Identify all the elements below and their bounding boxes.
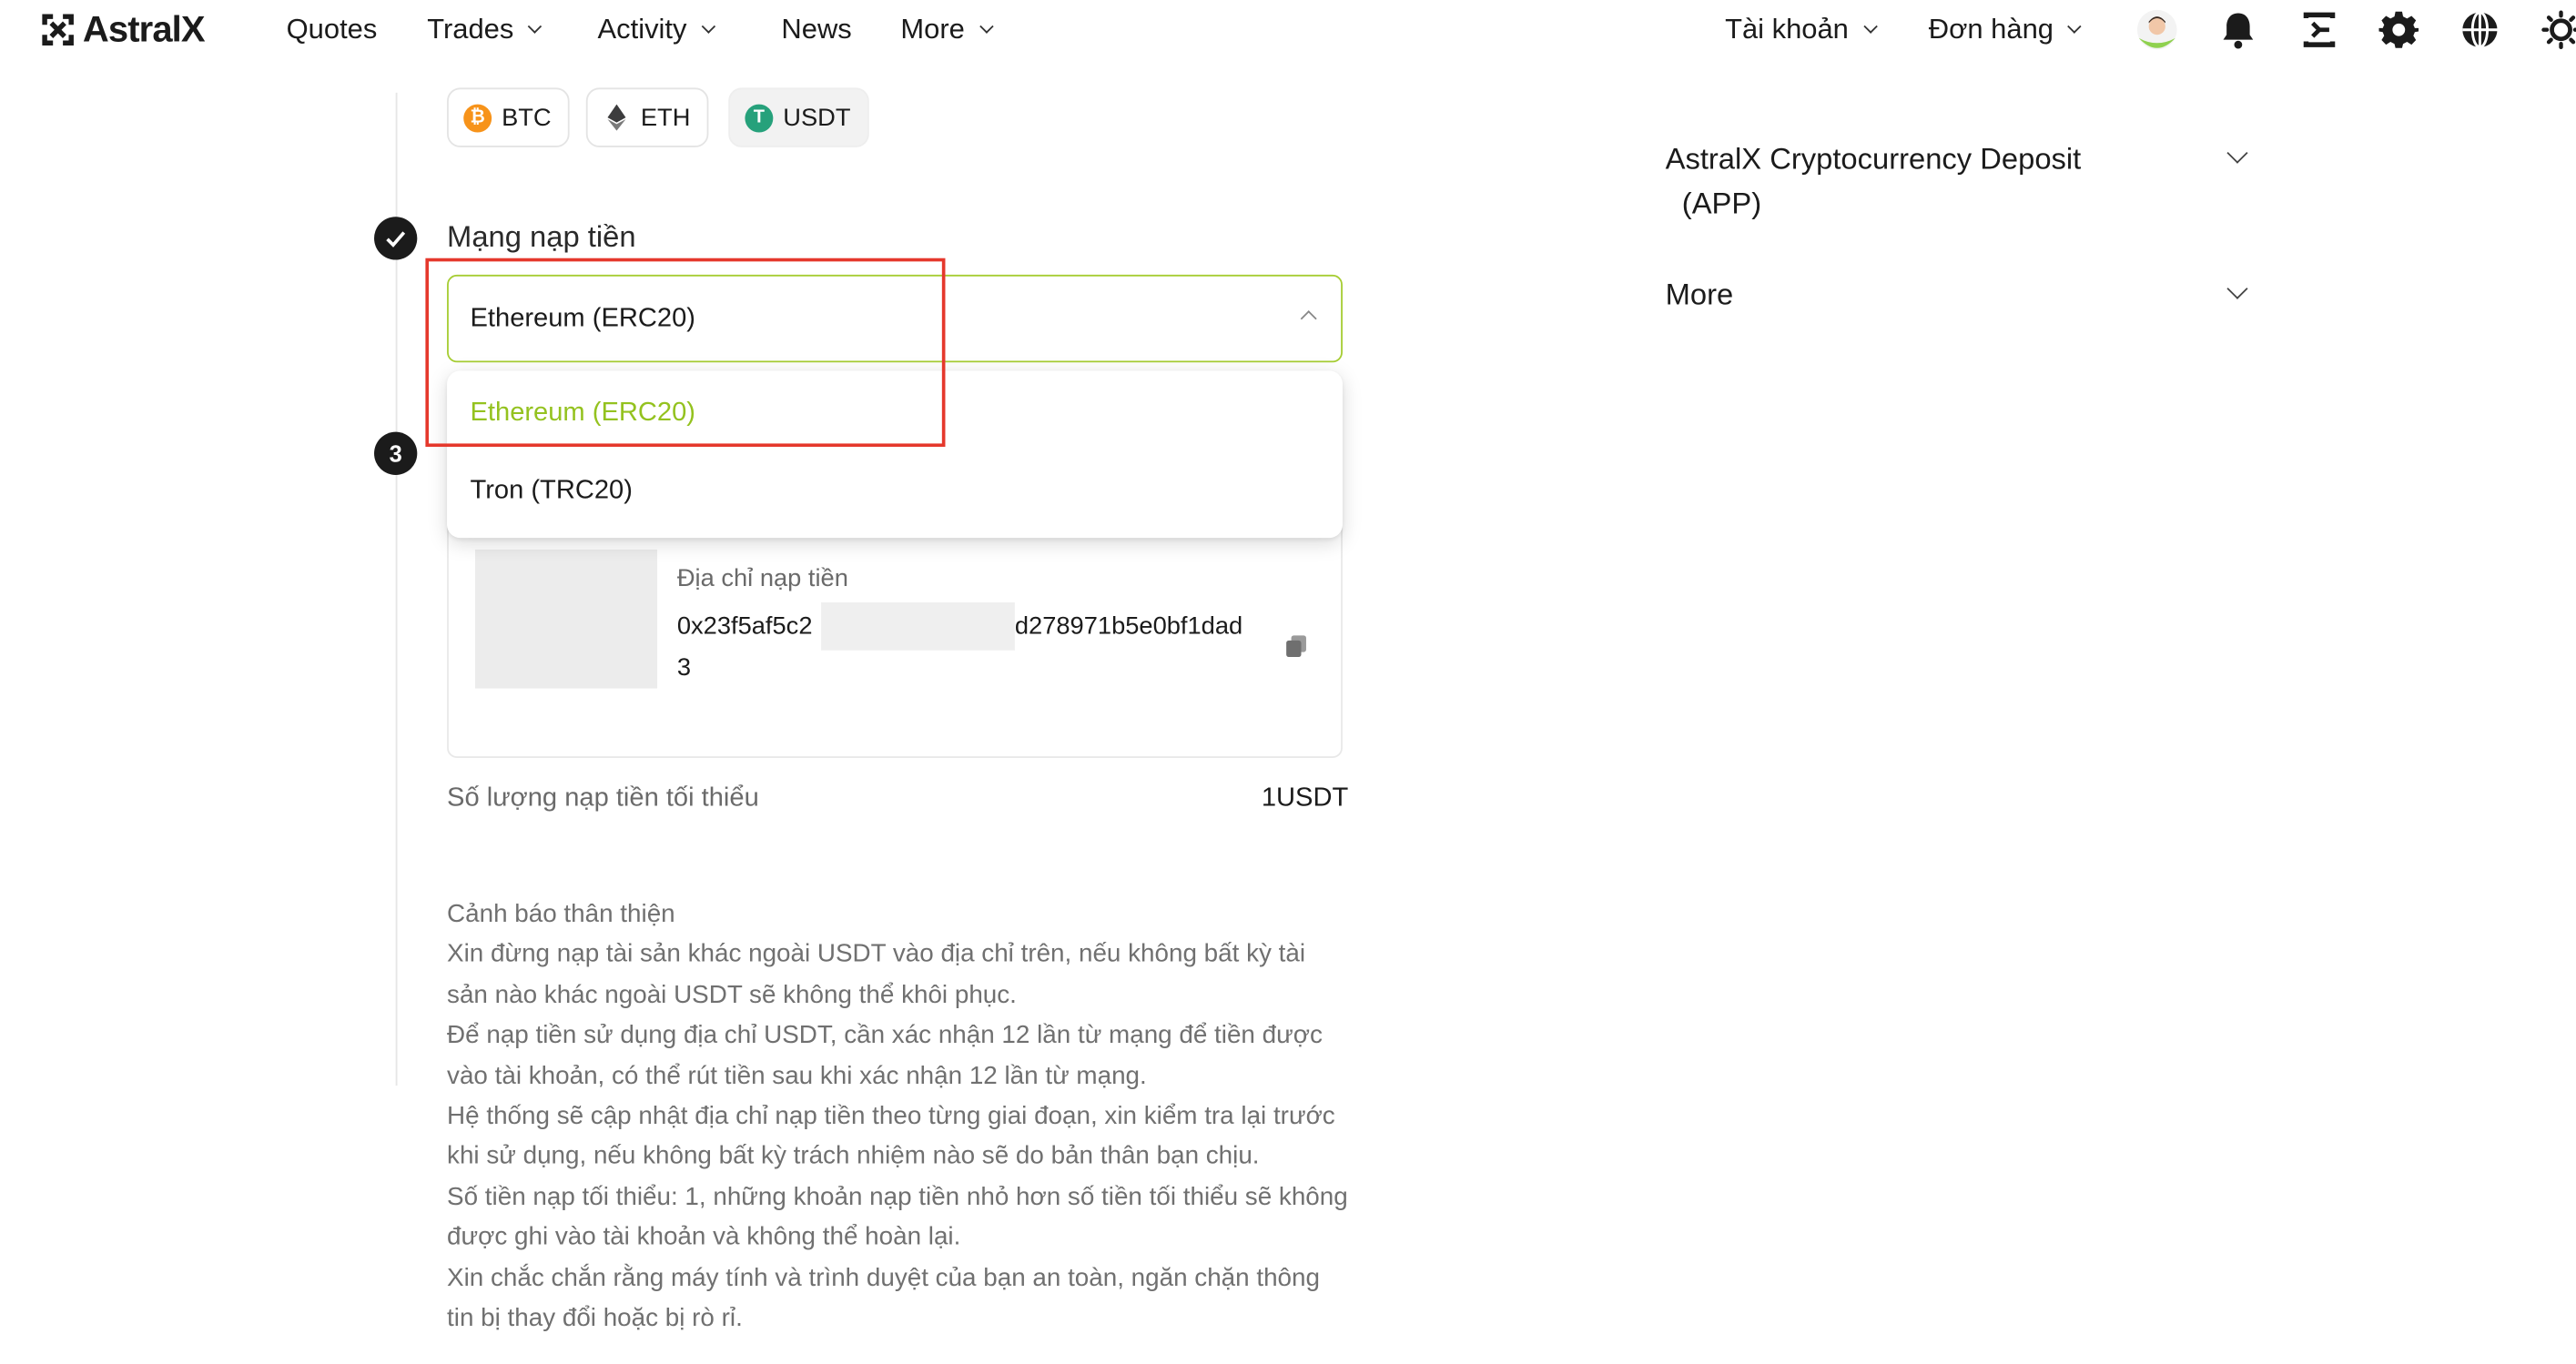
faq-deposit-app-title: AstralX Cryptocurrency Deposit — [1665, 142, 2082, 176]
download-app-button[interactable] — [2297, 8, 2340, 51]
annotation-highlight-box — [425, 258, 946, 448]
warning-line: Để nạp tiền sử dụng địa chỉ USDT, cần xá… — [447, 1021, 1323, 1090]
step-number-badge: 3 — [374, 431, 418, 475]
deposit-address-label: Địa chỉ nạp tiền — [676, 564, 848, 593]
coin-symbol: USDT — [783, 103, 851, 132]
nav-trades-label: Trades — [427, 13, 514, 45]
warning-line: Hệ thống sẽ cập nhật địa chỉ nạp tiền th… — [447, 1102, 1335, 1171]
theme-sun-icon — [2541, 10, 2576, 50]
settings-button[interactable] — [2378, 8, 2420, 51]
faq-deposit-app-title-cont: (APP) — [1681, 187, 1762, 220]
chevron-down-icon[interactable] — [2226, 142, 2248, 164]
theme-toggle[interactable] — [2540, 8, 2576, 51]
deposit-address-part2: d278971b5e0bf1dad — [1014, 611, 1243, 641]
bell-icon — [2223, 13, 2254, 49]
step-network-done — [374, 217, 418, 260]
nav-trades[interactable]: Trades — [427, 13, 543, 46]
chevron-down-icon[interactable] — [2226, 278, 2248, 299]
nav-news[interactable]: News — [781, 14, 851, 46]
language-button[interactable] — [2459, 8, 2501, 51]
avatar[interactable] — [2135, 8, 2178, 51]
warning-line: Xin đừng nạp tài sản khác ngoài USDT vào… — [447, 940, 1306, 1010]
chevron-down-icon — [979, 19, 994, 34]
chevron-down-icon — [701, 19, 715, 34]
step-number: 3 — [389, 440, 402, 467]
avatar-icon — [2136, 9, 2177, 50]
deposit-qr-code — [474, 549, 658, 689]
faq-deposit-app[interactable]: AstralX Cryptocurrency Deposit (APP) — [1666, 137, 2082, 227]
tether-icon: T — [745, 103, 774, 132]
brand-name: AstralX — [82, 8, 206, 50]
download-icon — [2303, 12, 2336, 47]
warning-line: Số tiền nạp tối thiểu: 1, những khoản nạ… — [447, 1183, 1348, 1252]
nav-more-label: More — [900, 13, 965, 45]
address-redaction — [821, 602, 1015, 651]
warning-line: Xin chắc chắn rằng máy tính và trình duy… — [447, 1263, 1320, 1333]
coin-symbol: BTC — [502, 103, 552, 132]
coin-chip-usdt[interactable]: T USDT — [728, 87, 869, 147]
nav-orders-label: Đơn hàng — [1928, 13, 2054, 45]
chevron-down-icon — [528, 19, 543, 34]
warning-title: Cảnh báo thân thiện — [447, 900, 675, 929]
ethereum-icon — [603, 104, 631, 132]
min-deposit-label: Số lượng nạp tiền tối thiểu — [447, 784, 759, 813]
min-deposit-value: 1USDT — [1261, 784, 1349, 813]
nav-quotes[interactable]: Quotes — [287, 14, 378, 46]
nav-news-label: News — [781, 13, 852, 45]
brand-logo[interactable]: AstralX — [40, 8, 206, 50]
nav-activity-label: Activity — [597, 13, 687, 45]
network-label: Mạng nạp tiền — [447, 219, 636, 254]
copy-address-button[interactable] — [1283, 632, 1309, 659]
copy-icon — [1286, 635, 1306, 658]
chevron-up-icon — [1300, 310, 1317, 328]
nav-account-label: Tài khoản — [1725, 13, 1849, 45]
nav-account[interactable]: Tài khoản — [1725, 13, 1878, 46]
faq-more[interactable]: More — [1666, 273, 1734, 318]
network-option-trc20[interactable]: Tron (TRC20) — [471, 477, 633, 507]
chevron-down-icon — [1862, 19, 1878, 34]
bitcoin-icon: ₿ — [463, 103, 492, 132]
nav-orders[interactable]: Đơn hàng — [1928, 13, 2083, 46]
nav-more[interactable]: More — [900, 13, 994, 46]
deposit-address-part3: 3 — [676, 653, 692, 682]
nav-activity[interactable]: Activity — [597, 13, 715, 46]
check-icon — [386, 231, 406, 248]
gear-icon — [2378, 11, 2419, 48]
globe-icon — [2462, 11, 2498, 49]
chevron-down-icon — [2067, 19, 2083, 34]
deposit-address-part1: 0x23f5af5c2 — [676, 611, 813, 641]
nav-quotes-label: Quotes — [286, 13, 378, 45]
astralx-logo-icon — [42, 14, 74, 46]
coin-chip-btc[interactable]: ₿ BTC — [447, 87, 570, 147]
notifications-button[interactable] — [2216, 8, 2259, 51]
friendly-warning: Cảnh báo thân thiện Xin đừng nạp tài sản… — [447, 895, 1349, 1339]
coin-symbol: ETH — [640, 103, 691, 132]
coin-chip-eth[interactable]: ETH — [585, 87, 709, 147]
